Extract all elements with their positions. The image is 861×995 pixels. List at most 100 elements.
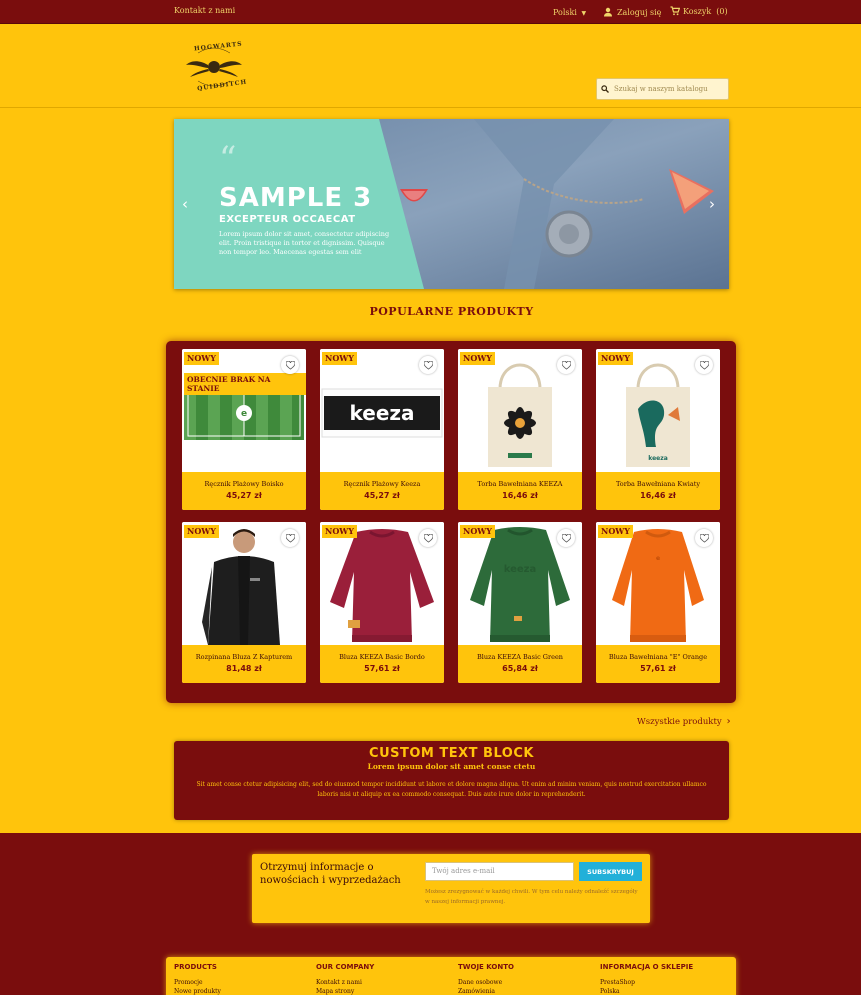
product-name[interactable]: Ręcznik Plażowy Boisko	[182, 480, 306, 488]
svg-text:keeza: keeza	[504, 564, 537, 575]
products-grid: e NOWY OBECNIE BRAK NA STANIE Ręcznik Pl…	[166, 341, 736, 703]
cart-count: (0)	[716, 6, 728, 16]
product-price: 57,61 zł	[364, 664, 400, 673]
product-info: Rozpinana Bluza Z Kapturem 81,48 zł	[182, 645, 306, 683]
product-name[interactable]: Torba Bawełniana KEEZA	[458, 480, 582, 488]
newsletter-note: Możesz zrezygnować w każdej chwili. W ty…	[425, 889, 638, 905]
new-badge: NOWY	[184, 352, 219, 365]
all-products-label: Wszystkie produkty	[637, 716, 722, 727]
email-field[interactable]: Twój adres e-mail	[425, 862, 574, 881]
product-card[interactable]: keeza NOWY Ręcznik Plażowy Keeza 45,27 z…	[320, 349, 444, 510]
chevron-right-icon[interactable]: ›	[709, 197, 715, 212]
contact-link[interactable]: Kontakt z nami	[174, 6, 235, 15]
header: HOGWARTS QUIDDITCH Szukaj w naszym katal…	[0, 24, 861, 108]
product-price: 57,61 zł	[640, 664, 676, 673]
new-badge: NOWY	[598, 525, 633, 538]
wishlist-button[interactable]	[419, 356, 437, 374]
wishlist-button[interactable]	[557, 529, 575, 547]
product-price: 81,48 zł	[226, 664, 262, 673]
footer-heading: OUR COMPANY	[316, 963, 375, 971]
new-badge: NOWY	[322, 525, 357, 538]
product-info: Bluza Bawełniana "E" Orange 57,61 zł	[596, 645, 720, 683]
language-label: Polski	[553, 8, 577, 17]
custom-block-text: Sit amet conse ctetur adipisicing elit, …	[196, 781, 707, 798]
footer-link[interactable]: Nowe produkty	[174, 988, 221, 995]
heart-icon	[561, 533, 571, 543]
search-box[interactable]: Szukaj w naszym katalogu	[596, 78, 729, 100]
product-price: 65,84 zł	[502, 664, 538, 673]
footer-link[interactable]: Dane osobowe	[458, 979, 514, 986]
new-badge: NOWY	[460, 525, 495, 538]
heart-icon	[699, 533, 709, 543]
all-products-link[interactable]: Wszystkie produkty ›	[637, 716, 731, 727]
product-card[interactable]: keeza NOWY Bluza KEEZA Basic Green 65,84…	[458, 522, 582, 683]
wishlist-button[interactable]	[557, 356, 575, 374]
svg-text:e: e	[656, 555, 660, 562]
product-info: Bluza KEEZA Basic Bordo 57,61 zł	[320, 645, 444, 683]
wishlist-button[interactable]	[695, 356, 713, 374]
product-name[interactable]: Ręcznik Plażowy Keeza	[320, 480, 444, 488]
footer-link[interactable]: Zamówienia	[458, 988, 514, 995]
product-info: Ręcznik Plażowy Keeza 45,27 zł	[320, 472, 444, 510]
top-bar: Kontakt z nami Polski ▼ Zaloguj się Kosz…	[0, 0, 861, 24]
footer-link: Polska	[600, 988, 620, 995]
custom-block-subtitle: Lorem ipsum dolor sit amet conse ctetu	[367, 762, 536, 771]
product-info: Bluza KEEZA Basic Green 65,84 zł	[458, 645, 582, 683]
heart-icon	[423, 360, 433, 370]
product-name[interactable]: Rozpinana Bluza Z Kapturem	[182, 653, 306, 661]
new-badge: NOWY	[460, 352, 495, 365]
wishlist-button[interactable]	[281, 529, 299, 547]
wishlist-button[interactable]	[281, 356, 299, 374]
out-of-stock-badge: OBECNIE BRAK NA STANIE	[184, 373, 306, 395]
heart-icon	[285, 533, 295, 543]
newsletter-title: Otrzymuj informacje o nowościach i wyprz…	[260, 862, 401, 886]
heart-icon	[699, 360, 709, 370]
logo[interactable]: HOGWARTS QUIDDITCH	[184, 40, 248, 93]
footer-column-products: PRODUCTS Promocje Nowe produkty	[174, 963, 221, 995]
chevron-right-icon: ›	[726, 716, 731, 727]
cart-link[interactable]: Koszyk (0)	[670, 6, 728, 16]
product-name[interactable]: Torba Bawełniana Kwiaty	[596, 480, 720, 488]
product-card[interactable]: NOWY Torba Bawełniana KEEZA 16,46 zł	[458, 349, 582, 510]
new-badge: NOWY	[184, 525, 219, 538]
footer-link[interactable]: Kontakt z nami	[316, 979, 374, 986]
footer-link[interactable]: Mapa strony	[316, 988, 374, 995]
footer-column-company: OUR COMPANY Kontakt z nami Mapa strony	[316, 963, 374, 995]
cart-label: Koszyk	[683, 6, 712, 16]
wishlist-button[interactable]	[419, 529, 437, 547]
cart-icon	[670, 6, 680, 16]
product-price: 16,46 zł	[640, 491, 676, 500]
footer-link[interactable]: Promocje	[174, 979, 221, 986]
product-price: 16,46 zł	[502, 491, 538, 500]
product-card[interactable]: e NOWY Bluza Bawełniana "E" Orange 57,61…	[596, 522, 720, 683]
slide-title: SAMPLE 3	[219, 183, 373, 213]
product-card[interactable]: NOWY Rozpinana Bluza Z Kapturem 81,48 zł	[182, 522, 306, 683]
product-name[interactable]: Bluza Bawełniana "E" Orange	[596, 653, 720, 661]
language-selector[interactable]: Polski ▼	[553, 8, 586, 17]
footer-heading: PRODUCTS	[174, 963, 217, 971]
new-badge: NOWY	[598, 352, 633, 365]
svg-text:e: e	[241, 409, 247, 419]
footer-heading: TWOJE KONTO	[458, 963, 514, 971]
slide-subtitle: EXCEPTEUR OCCAECAT	[219, 214, 356, 225]
image-slider[interactable]: “ SAMPLE 3 EXCEPTEUR OCCAECAT Lorem ipsu…	[174, 119, 729, 289]
footer-column-account: TWOJE KONTO Dane osobowe Zamówienia	[458, 963, 514, 995]
product-name[interactable]: Bluza KEEZA Basic Green	[458, 653, 582, 661]
login-link[interactable]: Zaloguj się	[603, 7, 661, 17]
product-price: 45,27 zł	[226, 491, 262, 500]
svg-text:keeza: keeza	[349, 401, 414, 425]
product-name[interactable]: Bluza KEEZA Basic Bordo	[320, 653, 444, 661]
footer-link[interactable]: PrestaShop	[600, 979, 693, 986]
search-input[interactable]: Szukaj w naszym katalogu	[614, 85, 708, 93]
product-card[interactable]: keeza NOWY Torba Bawełniana Kwiaty 16,46…	[596, 349, 720, 510]
heart-icon	[285, 360, 295, 370]
wishlist-button[interactable]	[695, 529, 713, 547]
subscribe-button[interactable]: SUBSKRYBUJ	[579, 862, 642, 881]
chevron-down-icon: ▼	[581, 10, 587, 17]
product-card[interactable]: e NOWY OBECNIE BRAK NA STANIE Ręcznik Pl…	[182, 349, 306, 510]
product-card[interactable]: NOWY Bluza KEEZA Basic Bordo 57,61 zł	[320, 522, 444, 683]
footer-links: PRODUCTS Promocje Nowe produkty OUR COMP…	[166, 957, 736, 995]
search-icon	[601, 85, 609, 93]
chevron-left-icon[interactable]: ‹	[182, 197, 188, 212]
footer-heading: INFORMACJA O SKLEPIE	[600, 963, 694, 971]
